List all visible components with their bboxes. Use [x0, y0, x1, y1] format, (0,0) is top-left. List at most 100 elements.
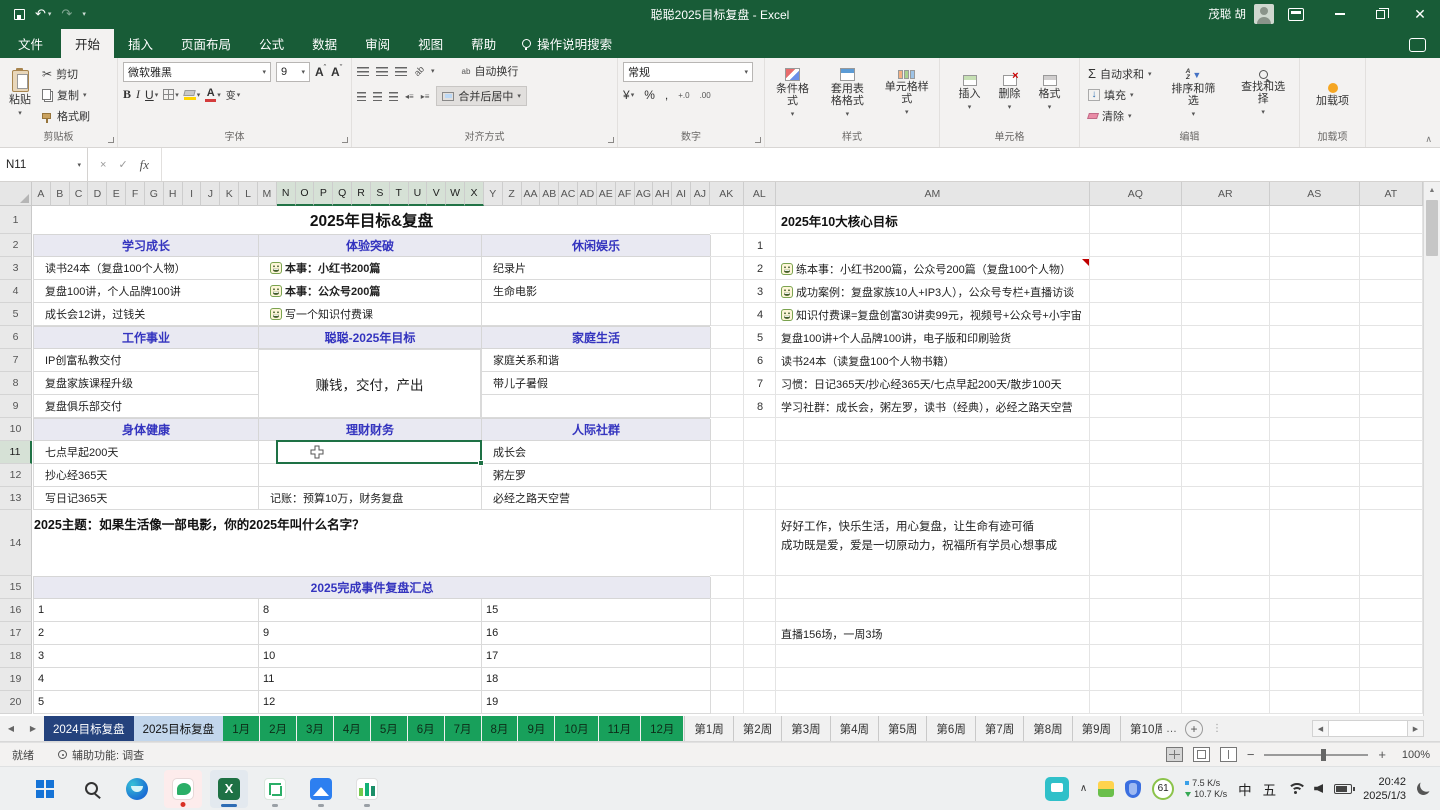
grid-cell[interactable] — [710, 510, 744, 576]
grid-cell[interactable] — [1182, 464, 1270, 487]
table-cell[interactable]: 写一个知识付费课 — [259, 303, 482, 326]
column-header-AG[interactable]: AG — [635, 182, 654, 206]
grid-cell[interactable] — [1182, 326, 1270, 349]
ime-indicator[interactable]: 中 — [1238, 779, 1252, 799]
column-header-AL[interactable]: AL — [744, 182, 776, 206]
column-header-T[interactable]: T — [390, 182, 409, 206]
grid-cell[interactable] — [1090, 691, 1182, 714]
table-cell[interactable]: 复盘100讲，个人品牌100讲 — [34, 280, 259, 303]
grid-cell[interactable] — [1090, 668, 1182, 691]
column-header-D[interactable]: D — [88, 182, 107, 206]
grid-cell[interactable] — [1090, 599, 1182, 622]
grid-cell[interactable] — [1090, 418, 1182, 441]
column-header-AA[interactable]: AA — [522, 182, 541, 206]
grid-cell[interactable] — [1360, 622, 1423, 645]
table-cell[interactable] — [259, 464, 482, 487]
dialog-launcher-icon[interactable] — [608, 137, 614, 143]
grid-cell[interactable] — [1270, 257, 1360, 280]
grid-cell[interactable] — [1270, 206, 1360, 234]
snip-tool-button[interactable] — [256, 770, 294, 808]
goal-item[interactable]: 练本事：小红书200篇，公众号200篇（复盘100个人物） — [781, 257, 1087, 280]
grid-cell[interactable] — [776, 599, 1090, 622]
section-header[interactable]: 身体健康 — [34, 419, 259, 440]
grow-font-button[interactable]: Aˆ — [315, 65, 326, 79]
table-cell[interactable]: 纪录片 — [482, 257, 711, 280]
grid-cell[interactable] — [1360, 326, 1423, 349]
grid-cell[interactable] — [1270, 441, 1360, 464]
section-header[interactable]: 休闲娱乐 — [482, 235, 711, 256]
grid-cell[interactable] — [1182, 206, 1270, 234]
summary-cell[interactable]: 5 — [34, 691, 259, 714]
grid-cell[interactable] — [1360, 349, 1423, 372]
summary-cell[interactable]: 9 — [259, 622, 482, 645]
grid-cell[interactable] — [744, 599, 776, 622]
zoom-slider[interactable] — [1264, 754, 1368, 756]
grid-cell[interactable] — [1182, 487, 1270, 510]
column-header-AH[interactable]: AH — [653, 182, 672, 206]
align-center-icon[interactable] — [373, 92, 382, 101]
summary-cell[interactable]: 8 — [259, 599, 482, 622]
sheet-tab-2025目标复盘[interactable]: 2025目标复盘 — [134, 716, 224, 741]
summary-cell[interactable]: 1 — [34, 599, 259, 622]
grid-cell[interactable] — [744, 418, 776, 441]
grid-cell[interactable] — [744, 576, 776, 599]
grid-cell[interactable] — [1270, 372, 1360, 395]
merge-center-button[interactable]: 合并后居中▾ — [436, 86, 527, 106]
grid-cell[interactable] — [776, 691, 1090, 714]
grid-cell[interactable] — [1182, 418, 1270, 441]
grid-cell[interactable] — [710, 487, 744, 510]
sheet-tab-第2周[interactable]: 第2周 — [733, 716, 781, 741]
new-sheet-button[interactable]: + — [1185, 720, 1203, 738]
sheet-tab-第6周[interactable]: 第6周 — [926, 716, 974, 741]
grid-cell[interactable] — [1270, 599, 1360, 622]
column-header-AT[interactable]: AT — [1360, 182, 1423, 206]
decrease-decimal-button[interactable]: .00 — [700, 91, 711, 100]
column-header-J[interactable]: J — [201, 182, 220, 206]
table-cell[interactable]: 带儿子暑假 — [482, 372, 711, 395]
page-layout-view-button[interactable] — [1193, 747, 1210, 762]
grid-cell[interactable] — [710, 326, 744, 349]
insert-function-icon[interactable]: fx — [140, 157, 149, 173]
font-name-select[interactable]: 微软雅黑▾ — [123, 62, 271, 82]
sheet-tab-第1周[interactable]: 第1周 — [684, 716, 732, 741]
fill-handle[interactable] — [478, 460, 484, 466]
volume-icon[interactable] — [1314, 784, 1323, 793]
column-header-A[interactable]: A — [32, 182, 51, 206]
table-cell[interactable]: 成长会 — [482, 441, 711, 464]
sheet-tab-2024目标复盘[interactable]: 2024目标复盘 — [44, 716, 134, 741]
grid-cell[interactable] — [1360, 691, 1423, 714]
wechat-button[interactable] — [164, 770, 202, 808]
goal-item[interactable]: 成功案例：复盘家族10人+IP3人），公众号专栏+直播访谈 — [781, 280, 1087, 303]
horizontal-scrollbar[interactable]: ◀ ▶ — [1312, 716, 1440, 741]
grid-cell[interactable] — [1182, 395, 1270, 418]
grid-cell[interactable] — [1360, 599, 1423, 622]
grid-cell[interactable] — [1270, 234, 1360, 257]
menu-tab-开始[interactable]: 开始 — [61, 29, 114, 58]
confirm-entry-icon[interactable]: ✓ — [118, 158, 127, 171]
grid-cell[interactable] — [1360, 372, 1423, 395]
grid-cell[interactable] — [1270, 668, 1360, 691]
table-cell[interactable]: 复盘俱乐部交付 — [34, 395, 259, 418]
grid-cell[interactable] — [1182, 668, 1270, 691]
tell-me-search[interactable]: 操作说明搜索 — [510, 29, 624, 58]
grid-cell[interactable] — [1090, 395, 1182, 418]
vertical-scrollbar[interactable]: ▲ — [1423, 182, 1440, 716]
shield-icon[interactable] — [1125, 780, 1141, 798]
fill-button[interactable]: ↓填充▾ — [1085, 86, 1155, 104]
grid-cell[interactable] — [710, 395, 744, 418]
sheet-tab-12月[interactable]: 12月 — [641, 716, 684, 741]
grid-cell[interactable] — [1182, 599, 1270, 622]
column-header-AR[interactable]: AR — [1182, 182, 1270, 206]
menu-tab-页面布局[interactable]: 页面布局 — [167, 29, 245, 58]
sheet-tab-6月[interactable]: 6月 — [408, 716, 445, 741]
undo-button[interactable]: ↶▾ — [35, 6, 51, 22]
phonetic-button[interactable]: 变▾ — [226, 87, 241, 102]
decrease-indent-icon[interactable]: ◂≡ — [405, 92, 414, 101]
table-cell[interactable] — [482, 395, 711, 418]
table-cell[interactable]: 必经之路天空营 — [482, 487, 711, 510]
grid-cell[interactable] — [1182, 441, 1270, 464]
grid-cell[interactable] — [744, 645, 776, 668]
grid-cell[interactable] — [710, 622, 744, 645]
start-button[interactable] — [26, 770, 64, 808]
grid-cell[interactable] — [1090, 234, 1182, 257]
